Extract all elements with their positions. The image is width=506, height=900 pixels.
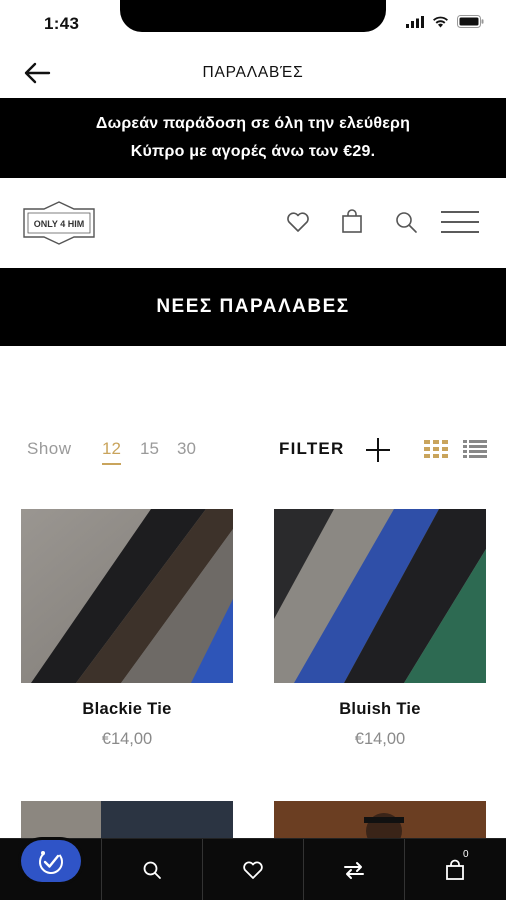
wifi-icon	[433, 16, 448, 27]
tab-wishlist[interactable]	[202, 839, 303, 900]
product-card[interactable]: Bluish Tie €14,00	[274, 509, 486, 749]
product-card[interactable]: Blackie Tie €14,00	[21, 509, 233, 749]
status-bar: 1:43	[0, 0, 506, 48]
per-page-12[interactable]: 12	[102, 439, 121, 465]
tab-compare[interactable]	[303, 839, 404, 900]
product-image-partial[interactable]	[274, 801, 486, 841]
product-image[interactable]	[21, 509, 233, 683]
product-name[interactable]: Bluish Tie	[274, 700, 486, 719]
product-price: €14,00	[354, 730, 406, 748]
shopping-bag-icon[interactable]	[338, 208, 366, 236]
logo-text: ONLY 4 HIM	[34, 219, 85, 229]
page-title: ΠΑΡΑΛΑΒΈΣ	[202, 64, 304, 81]
promo-banner: Δωρεάν παράδοση σε όλη την ελεύθερη Κύπρ…	[0, 98, 506, 178]
promo-line-1: Δωρεάν παράδοση σε όλη την ελεύθερη	[95, 115, 411, 132]
status-icons	[406, 15, 484, 28]
list-view-icon[interactable]	[463, 440, 487, 458]
site-header: ONLY 4 HIM	[0, 178, 506, 268]
per-page-30[interactable]: 30	[177, 439, 196, 459]
status-time: 1:43	[44, 14, 80, 33]
product-image[interactable]	[274, 509, 486, 683]
accessibility-badge-button[interactable]	[21, 840, 81, 882]
product-image-partial[interactable]	[21, 801, 233, 841]
store-logo[interactable]: ONLY 4 HIM	[20, 200, 98, 246]
tab-search[interactable]	[101, 839, 202, 900]
plus-icon[interactable]	[364, 436, 392, 464]
cart-count-badge: 0	[463, 849, 469, 860]
tab-cart[interactable]	[404, 839, 506, 900]
battery-icon	[457, 15, 484, 28]
section-title: ΝΕΕΣ ΠΑΡΑΛΑΒΕΣ	[0, 268, 506, 346]
filter-button[interactable]: FILTER	[279, 439, 344, 459]
heart-icon	[242, 861, 263, 879]
wishlist-heart-icon[interactable]	[284, 208, 312, 236]
grid-view-icon[interactable]	[424, 440, 448, 458]
product-name[interactable]: Blackie Tie	[21, 700, 233, 719]
device-notch	[120, 0, 386, 32]
cart-icon	[446, 859, 464, 880]
hamburger-menu-icon[interactable]	[440, 208, 480, 236]
product-toolbar: Show 12 15 30 FILTER	[0, 430, 506, 470]
search-icon	[143, 861, 161, 879]
show-label: Show	[27, 439, 72, 458]
per-page-15[interactable]: 15	[140, 439, 159, 459]
compare-icon	[343, 862, 364, 879]
promo-line-2: Κύπρο με αγορές άνω των €29.	[130, 143, 376, 160]
product-price: €14,00	[101, 730, 153, 748]
nav-header: ΠΑΡΑΛΑΒΈΣ	[0, 48, 506, 98]
search-icon[interactable]	[392, 208, 420, 236]
signal-icon	[406, 15, 424, 28]
accessibility-check-icon	[39, 850, 63, 874]
